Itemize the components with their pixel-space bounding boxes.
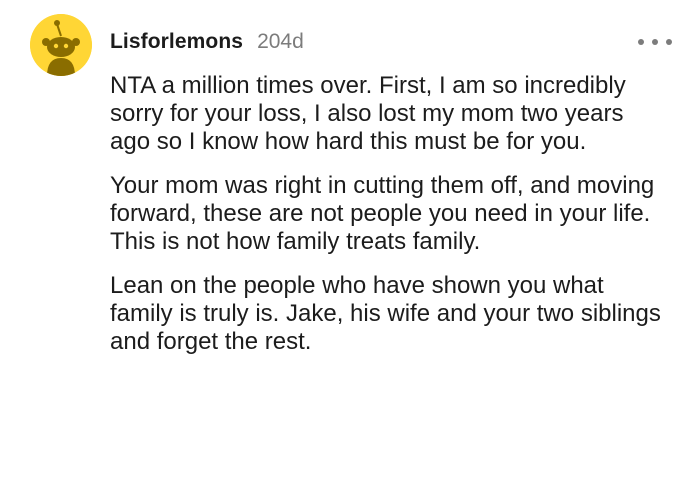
- dot-icon: [652, 39, 658, 45]
- comment-paragraph: Your mom was right in cutting them off, …: [110, 172, 655, 255]
- more-options-icon[interactable]: [638, 30, 672, 54]
- dot-icon: [638, 39, 644, 45]
- comment-paragraph: NTA a million times over. First, I am so…: [110, 72, 626, 155]
- comment-header: Lisforlemons 204d: [110, 30, 304, 60]
- username[interactable]: Lisforlemons: [110, 30, 243, 54]
- comment-age: 204d: [257, 30, 304, 53]
- comment-body: NTA a million times over. First, I am so…: [110, 72, 670, 372]
- comment-paragraph: Lean on the people who have shown you wh…: [110, 272, 661, 355]
- dot-icon: [666, 39, 672, 45]
- user-avatar[interactable]: [30, 14, 92, 76]
- comment: Lisforlemons 204d NTA a million times ov…: [0, 0, 700, 478]
- reddit-snoo-avatar-icon: [30, 14, 92, 76]
